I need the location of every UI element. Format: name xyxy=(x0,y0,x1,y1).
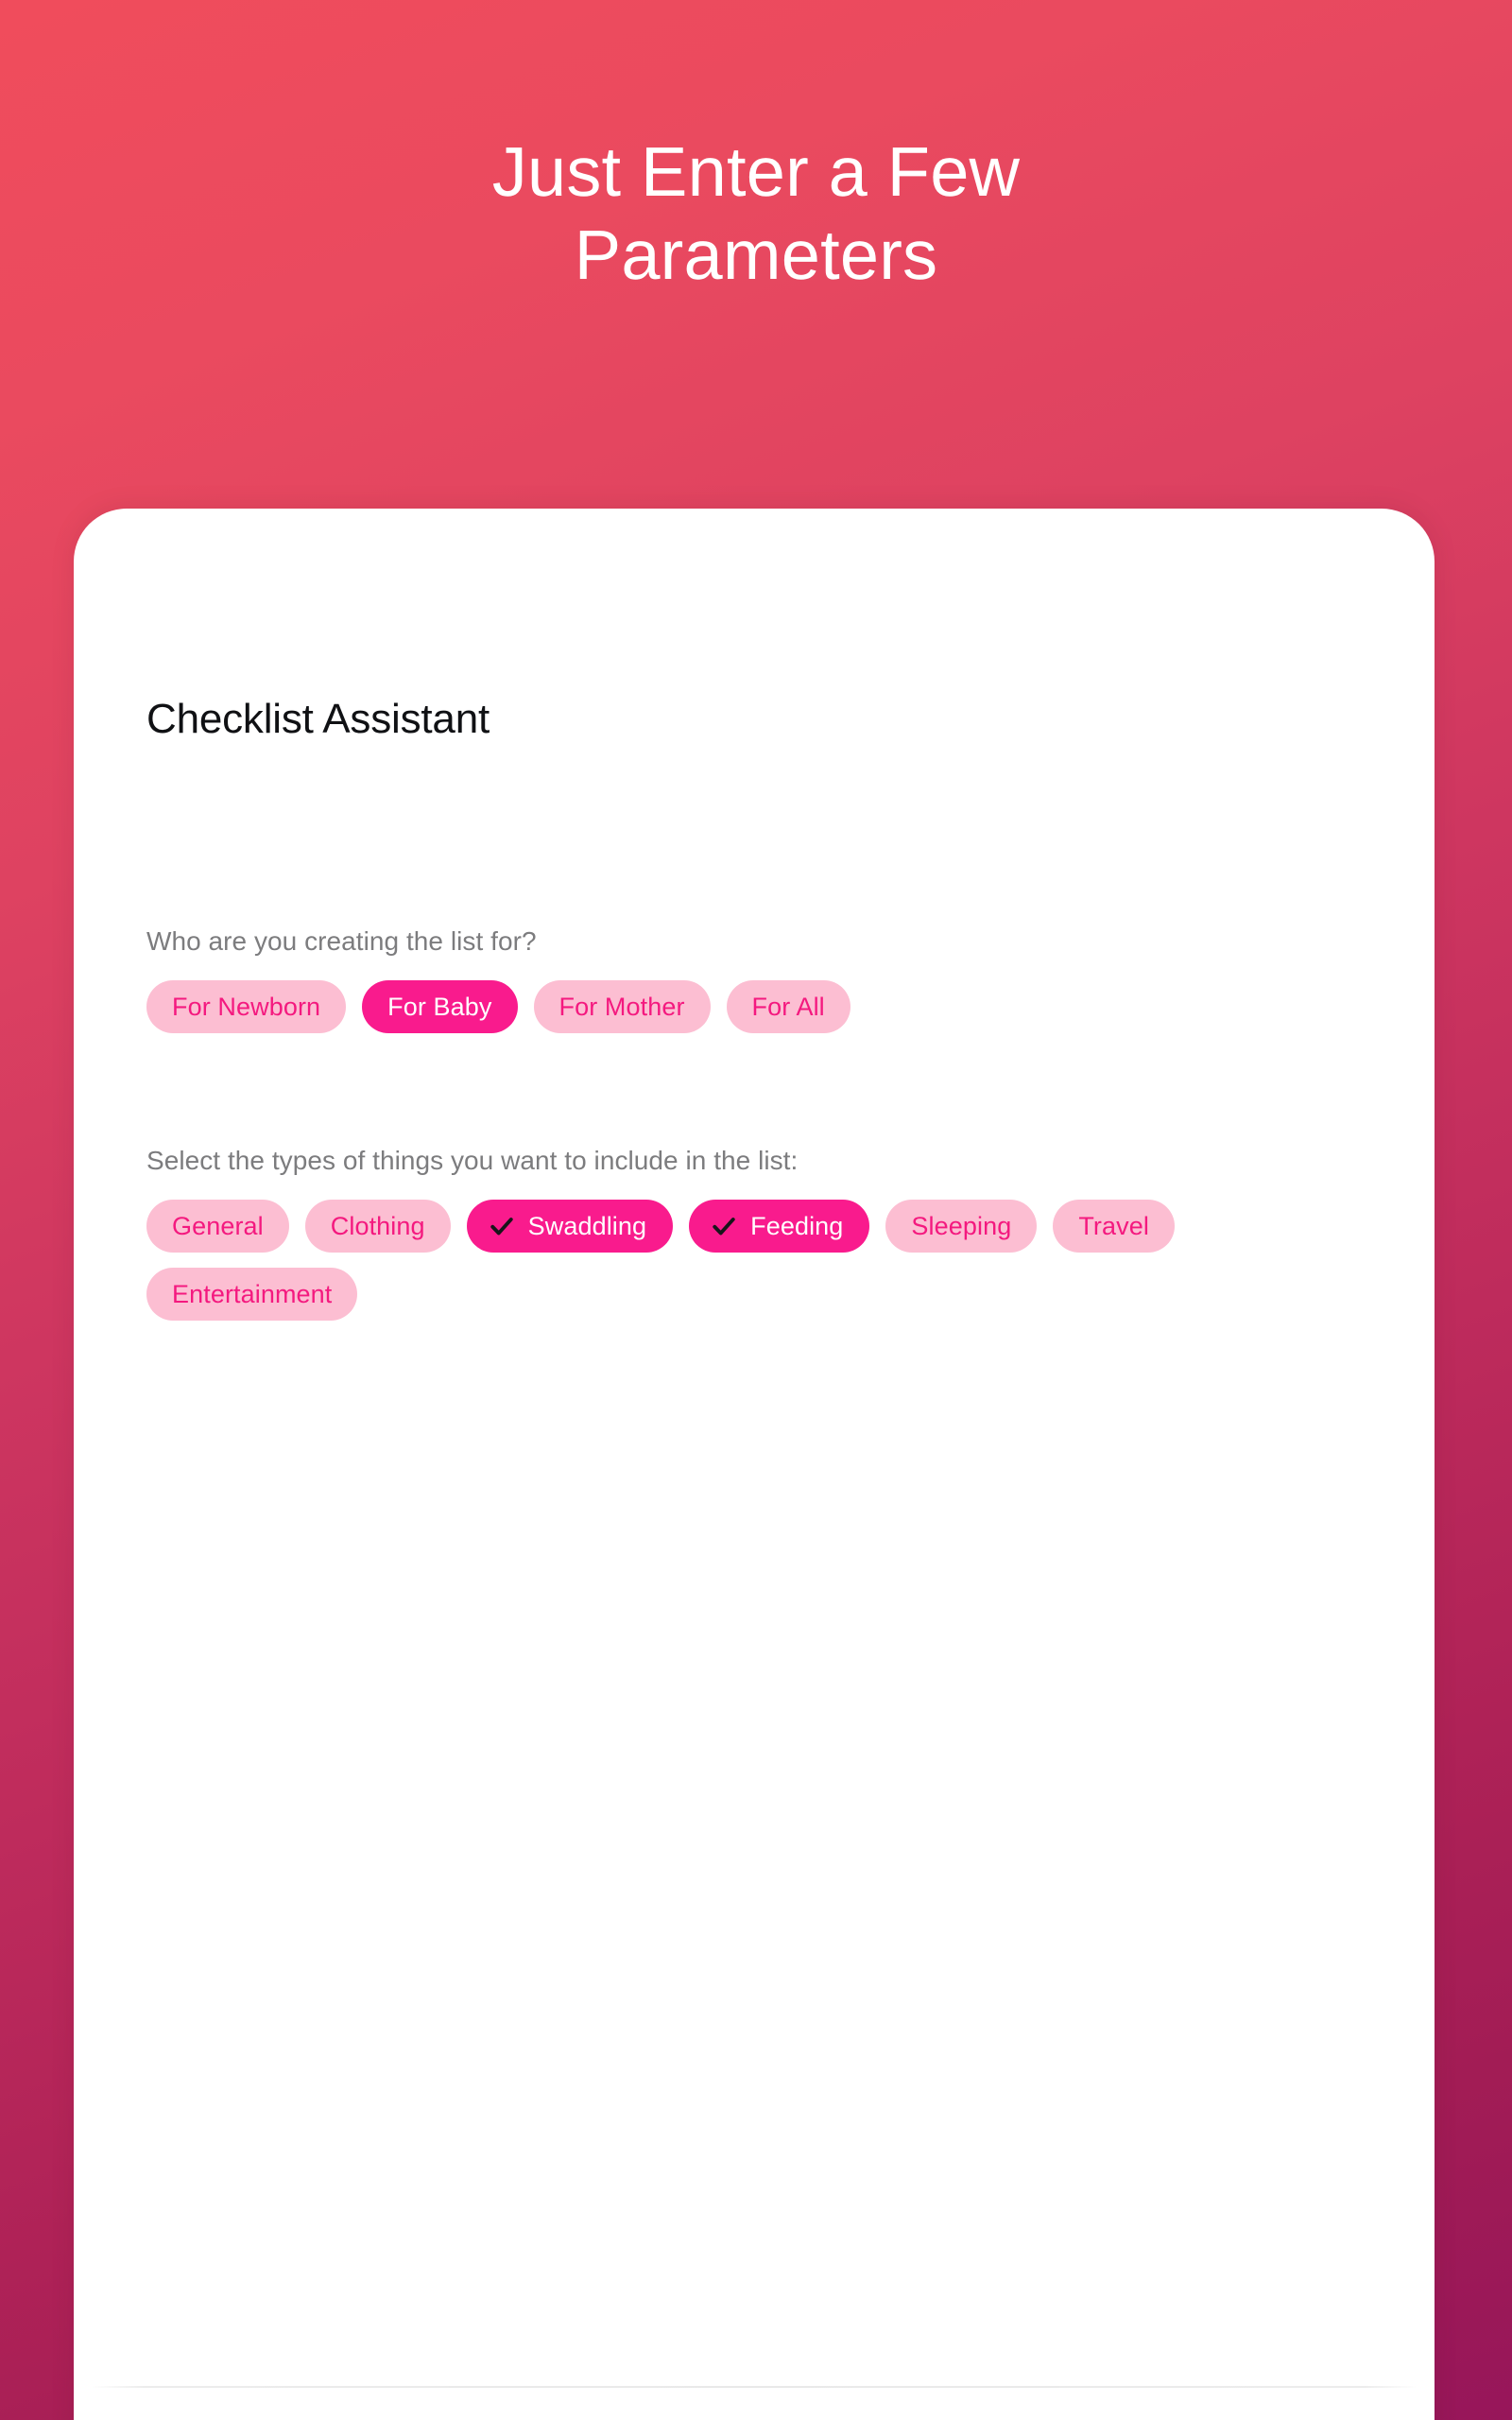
hero-title-line-1: Just Enter a Few xyxy=(491,132,1021,211)
app-screen: Just Enter a Few Parameters Checklist As… xyxy=(0,0,1512,2420)
chip-clothing[interactable]: Clothing xyxy=(304,1200,451,1253)
chip-label: Swaddling xyxy=(527,1211,647,1240)
question-label-audience: Who are you creating the list for? xyxy=(146,926,537,956)
chip-label: Sleeping xyxy=(911,1211,1012,1240)
card-bottom-divider xyxy=(91,2386,1418,2388)
check-icon xyxy=(488,1212,516,1240)
chip-label: For Mother xyxy=(558,992,685,1021)
chip-for-newborn[interactable]: For Newborn xyxy=(146,980,347,1033)
page-title: Checklist Assistant xyxy=(146,696,490,742)
chip-general[interactable]: General xyxy=(146,1200,289,1253)
checklist-card-content: Checklist Assistant Who are you creating… xyxy=(74,509,1435,2420)
chip-label: Entertainment xyxy=(172,1279,333,1308)
chip-label: Feeding xyxy=(750,1211,844,1240)
chip-for-all[interactable]: For All xyxy=(726,980,850,1033)
question-group-categories: Select the types of things you want to i… xyxy=(146,1144,1375,1321)
hero-title-line-2: Parameters xyxy=(574,216,938,295)
chip-label: Travel xyxy=(1078,1211,1149,1240)
chip-travel[interactable]: Travel xyxy=(1053,1200,1175,1253)
chip-label: General xyxy=(172,1211,264,1240)
hero-title: Just Enter a Few Parameters xyxy=(0,130,1512,297)
chip-entertainment[interactable]: Entertainment xyxy=(146,1268,358,1321)
question-group-audience: Who are you creating the list for? For N… xyxy=(146,925,1375,1033)
chip-for-mother[interactable]: For Mother xyxy=(533,980,711,1033)
chip-feeding[interactable]: Feeding xyxy=(689,1200,870,1253)
chip-for-baby[interactable]: For Baby xyxy=(362,980,518,1033)
chip-swaddling[interactable]: Swaddling xyxy=(466,1200,674,1253)
question-label-categories: Select the types of things you want to i… xyxy=(146,1146,799,1175)
chip-label: For Baby xyxy=(387,992,492,1021)
chip-label: For All xyxy=(751,992,825,1021)
checklist-card: Checklist Assistant Who are you creating… xyxy=(74,509,1435,2420)
chip-row-categories: General Clothing Swaddling Feeding Sleeping T… xyxy=(146,1200,1366,1321)
chip-label: For Newborn xyxy=(172,992,321,1021)
check-icon xyxy=(710,1212,738,1240)
chip-row-audience: For Newborn For Baby For Mother For All xyxy=(146,980,1366,1033)
chip-sleeping[interactable]: Sleeping xyxy=(885,1200,1038,1253)
chip-label: Clothing xyxy=(330,1211,425,1240)
